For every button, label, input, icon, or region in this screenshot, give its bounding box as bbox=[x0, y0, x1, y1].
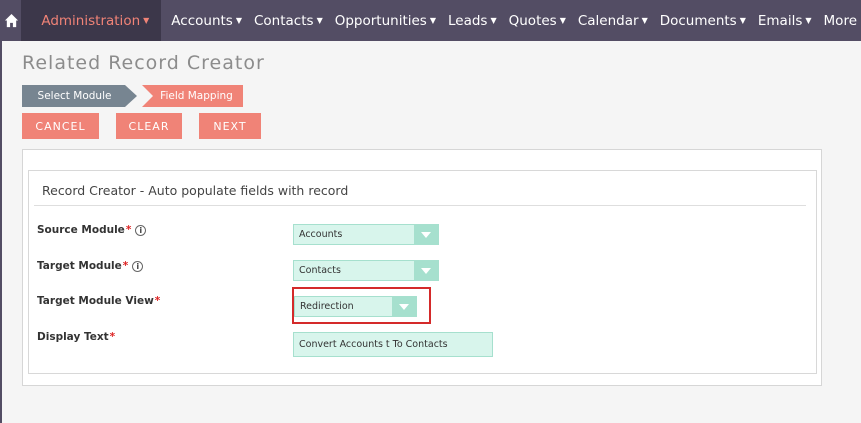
required-marker: * bbox=[109, 331, 116, 343]
nav-item-label: Opportunities bbox=[334, 12, 427, 29]
required-marker: * bbox=[125, 224, 132, 236]
nav-item-label: Contacts bbox=[254, 12, 314, 29]
nav-item-label: Documents bbox=[659, 12, 737, 29]
nav-item-administration[interactable]: Administration ▼ bbox=[21, 0, 162, 41]
panel-title: Record Creator - Auto populate fields wi… bbox=[42, 183, 349, 198]
caret-down-icon: ▼ bbox=[739, 16, 746, 25]
required-marker: * bbox=[154, 295, 161, 307]
caret-down-icon: ▼ bbox=[235, 16, 242, 25]
page-title: Related Record Creator bbox=[22, 52, 265, 74]
target-module-select[interactable]: Contacts bbox=[293, 260, 439, 281]
required-marker: * bbox=[122, 260, 129, 272]
nav-item-contacts[interactable]: Contacts ▼ bbox=[248, 0, 329, 41]
panel-divider bbox=[34, 205, 806, 206]
cancel-button[interactable]: CANCEL bbox=[22, 113, 99, 139]
nav-item-label: Quotes bbox=[508, 12, 557, 29]
display-text-label: Display Text * bbox=[37, 331, 115, 343]
caret-down-icon: ▼ bbox=[316, 16, 323, 25]
display-text-input[interactable]: Convert Accounts t To Contacts bbox=[293, 332, 493, 357]
source-module-label: Source Module * i bbox=[37, 224, 147, 236]
nav-item-opportunities[interactable]: Opportunities ▼ bbox=[329, 0, 442, 41]
field-label-text: Display Text bbox=[37, 331, 109, 343]
clear-button[interactable]: CLEAR bbox=[116, 113, 182, 139]
caret-down-icon: ▼ bbox=[641, 16, 648, 25]
step-label: Select Module bbox=[37, 90, 112, 102]
input-value: Convert Accounts t To Contacts bbox=[299, 339, 448, 350]
info-icon[interactable]: i bbox=[132, 260, 144, 272]
target-module-view-label: Target Module View * bbox=[37, 295, 160, 307]
nav-item-label: More bbox=[823, 12, 857, 29]
nav-item-label: Emails bbox=[757, 12, 803, 29]
chevron-down-icon[interactable] bbox=[414, 225, 438, 244]
nav-item-label: Calendar bbox=[577, 12, 639, 29]
target-module-label: Target Module * i bbox=[37, 260, 144, 272]
caret-down-icon: ▼ bbox=[143, 16, 150, 25]
top-navigation: Administration ▼ Accounts ▼ Contacts ▼ Oppo… bbox=[2, 0, 861, 41]
step-label: Field Mapping bbox=[160, 90, 233, 102]
select-value: Accounts bbox=[299, 229, 343, 240]
field-label-text: Target Module View bbox=[37, 295, 154, 307]
field-label-text: Target Module bbox=[37, 260, 122, 272]
form-panel: Record Creator - Auto populate fields wi… bbox=[28, 170, 817, 374]
nav-item-emails[interactable]: Emails ▼ bbox=[752, 0, 818, 41]
step-select-module[interactable]: Select Module bbox=[22, 85, 137, 107]
nav-item-label: Administration bbox=[41, 12, 141, 29]
nav-item-calendar[interactable]: Calendar ▼ bbox=[572, 0, 654, 41]
nav-item-quotes[interactable]: Quotes ▼ bbox=[503, 0, 572, 41]
caret-down-icon: ▼ bbox=[429, 16, 436, 25]
caret-down-icon: ▼ bbox=[490, 16, 497, 25]
home-button[interactable] bbox=[2, 0, 22, 41]
select-value: Contacts bbox=[299, 265, 341, 276]
caret-down-icon: ▼ bbox=[805, 16, 812, 25]
highlight-box bbox=[292, 287, 431, 324]
nav-item-accounts[interactable]: Accounts ▼ bbox=[165, 0, 248, 41]
step-field-mapping[interactable]: Field Mapping bbox=[142, 85, 243, 107]
form-outer-panel: Record Creator - Auto populate fields wi… bbox=[22, 149, 822, 386]
nav-item-label: Leads bbox=[448, 12, 488, 29]
next-button[interactable]: NEXT bbox=[199, 113, 261, 139]
nav-item-label: Accounts bbox=[171, 12, 233, 29]
source-module-select[interactable]: Accounts bbox=[293, 224, 439, 245]
caret-down-icon: ▼ bbox=[559, 16, 566, 25]
chevron-down-icon[interactable] bbox=[414, 261, 438, 280]
nav-item-leads[interactable]: Leads ▼ bbox=[442, 0, 503, 41]
nav-item-more[interactable]: More bbox=[818, 0, 861, 41]
field-label-text: Source Module bbox=[37, 224, 125, 236]
nav-item-documents[interactable]: Documents ▼ bbox=[654, 0, 752, 41]
info-icon[interactable]: i bbox=[135, 224, 147, 236]
home-icon bbox=[5, 13, 19, 28]
